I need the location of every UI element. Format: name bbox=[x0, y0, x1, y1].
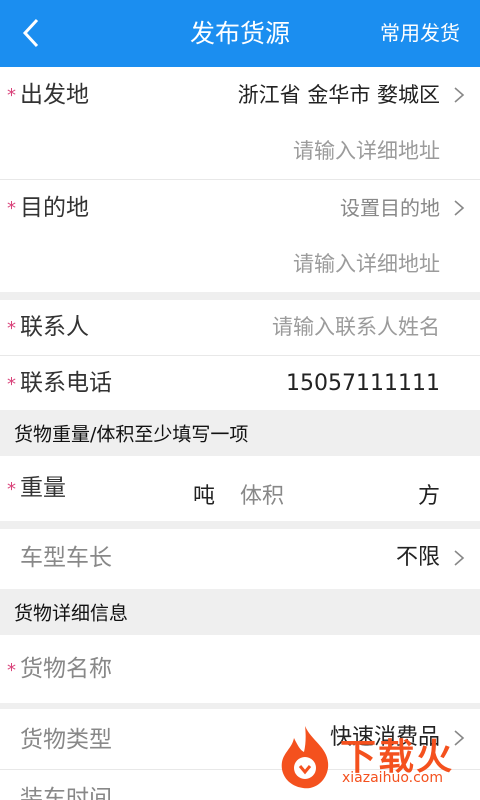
required-mark: * bbox=[7, 318, 16, 339]
vehicle-row[interactable]: 车型车长 不限 bbox=[0, 529, 480, 589]
required-mark: * bbox=[7, 374, 16, 395]
destination-detail-input[interactable]: 请输入详细地址 bbox=[293, 254, 440, 275]
details-section-title: 货物详细信息 bbox=[14, 602, 129, 625]
origin-value: 浙江省 金华市 婺城区 bbox=[237, 83, 440, 107]
required-mark: * bbox=[7, 660, 16, 681]
destination-detail-row[interactable]: 请输入详细地址 bbox=[0, 236, 480, 292]
contact-phone-row[interactable]: * 联系电话 15057111111 bbox=[0, 356, 480, 410]
contact-phone-label: 联系电话 bbox=[20, 370, 112, 396]
cargo-type-label: 货物类型 bbox=[20, 727, 112, 753]
common-shipping-button[interactable]: 常用发货 bbox=[380, 0, 460, 67]
weight-label: 重量 bbox=[20, 475, 66, 501]
destination-value: 设置目的地 bbox=[340, 196, 440, 220]
chevron-right-icon bbox=[454, 200, 465, 216]
vehicle-label: 车型车长 bbox=[20, 545, 112, 571]
destination-label: 目的地 bbox=[20, 195, 89, 221]
weight-input[interactable] bbox=[90, 468, 190, 508]
origin-label: 出发地 bbox=[20, 82, 89, 108]
volume-unit: 方 bbox=[417, 484, 440, 509]
volume-input[interactable] bbox=[300, 468, 400, 508]
weight-unit: 吨 bbox=[193, 484, 216, 509]
weight-section-title: 货物重量/体积至少填写一项 bbox=[14, 423, 249, 446]
required-mark: * bbox=[7, 479, 16, 500]
contact-name-input[interactable]: 请输入联系人姓名 bbox=[272, 317, 440, 338]
origin-detail-input[interactable]: 请输入详细地址 bbox=[293, 141, 440, 162]
cargo-name-label: 货物名称 bbox=[20, 656, 112, 682]
required-mark: * bbox=[7, 85, 16, 106]
load-time-label: 装车时间 bbox=[20, 786, 112, 800]
contact-phone-input[interactable]: 15057111111 bbox=[286, 373, 440, 395]
volume-label: 体积 bbox=[240, 484, 285, 509]
section-gap bbox=[0, 521, 480, 529]
contact-name-label: 联系人 bbox=[20, 314, 89, 340]
weight-row: * 重量 吨 体积 方 bbox=[0, 456, 480, 521]
origin-row[interactable]: * 出发地 浙江省 金华市 婺城区 bbox=[0, 67, 480, 123]
cargo-name-row[interactable]: * 货物名称 bbox=[0, 635, 480, 703]
chevron-right-icon bbox=[454, 550, 465, 566]
watermark-logo: 下载火 xiazaihuo.com bbox=[270, 722, 470, 792]
required-mark: * bbox=[7, 198, 16, 219]
weight-section-header: 货物重量/体积至少填写一项 bbox=[0, 410, 480, 456]
top-bar: 发布货源 常用发货 bbox=[0, 0, 480, 67]
chevron-right-icon bbox=[454, 87, 465, 103]
vehicle-value: 不限 bbox=[395, 545, 440, 570]
destination-row[interactable]: * 目的地 设置目的地 bbox=[0, 180, 480, 236]
section-gap bbox=[0, 292, 480, 300]
details-section-header: 货物详细信息 bbox=[0, 589, 480, 635]
watermark-site: xiazaihuo.com bbox=[342, 770, 443, 786]
flame-icon bbox=[281, 726, 329, 789]
contact-name-row[interactable]: * 联系人 请输入联系人姓名 bbox=[0, 300, 480, 355]
origin-detail-row[interactable]: 请输入详细地址 bbox=[0, 123, 480, 179]
